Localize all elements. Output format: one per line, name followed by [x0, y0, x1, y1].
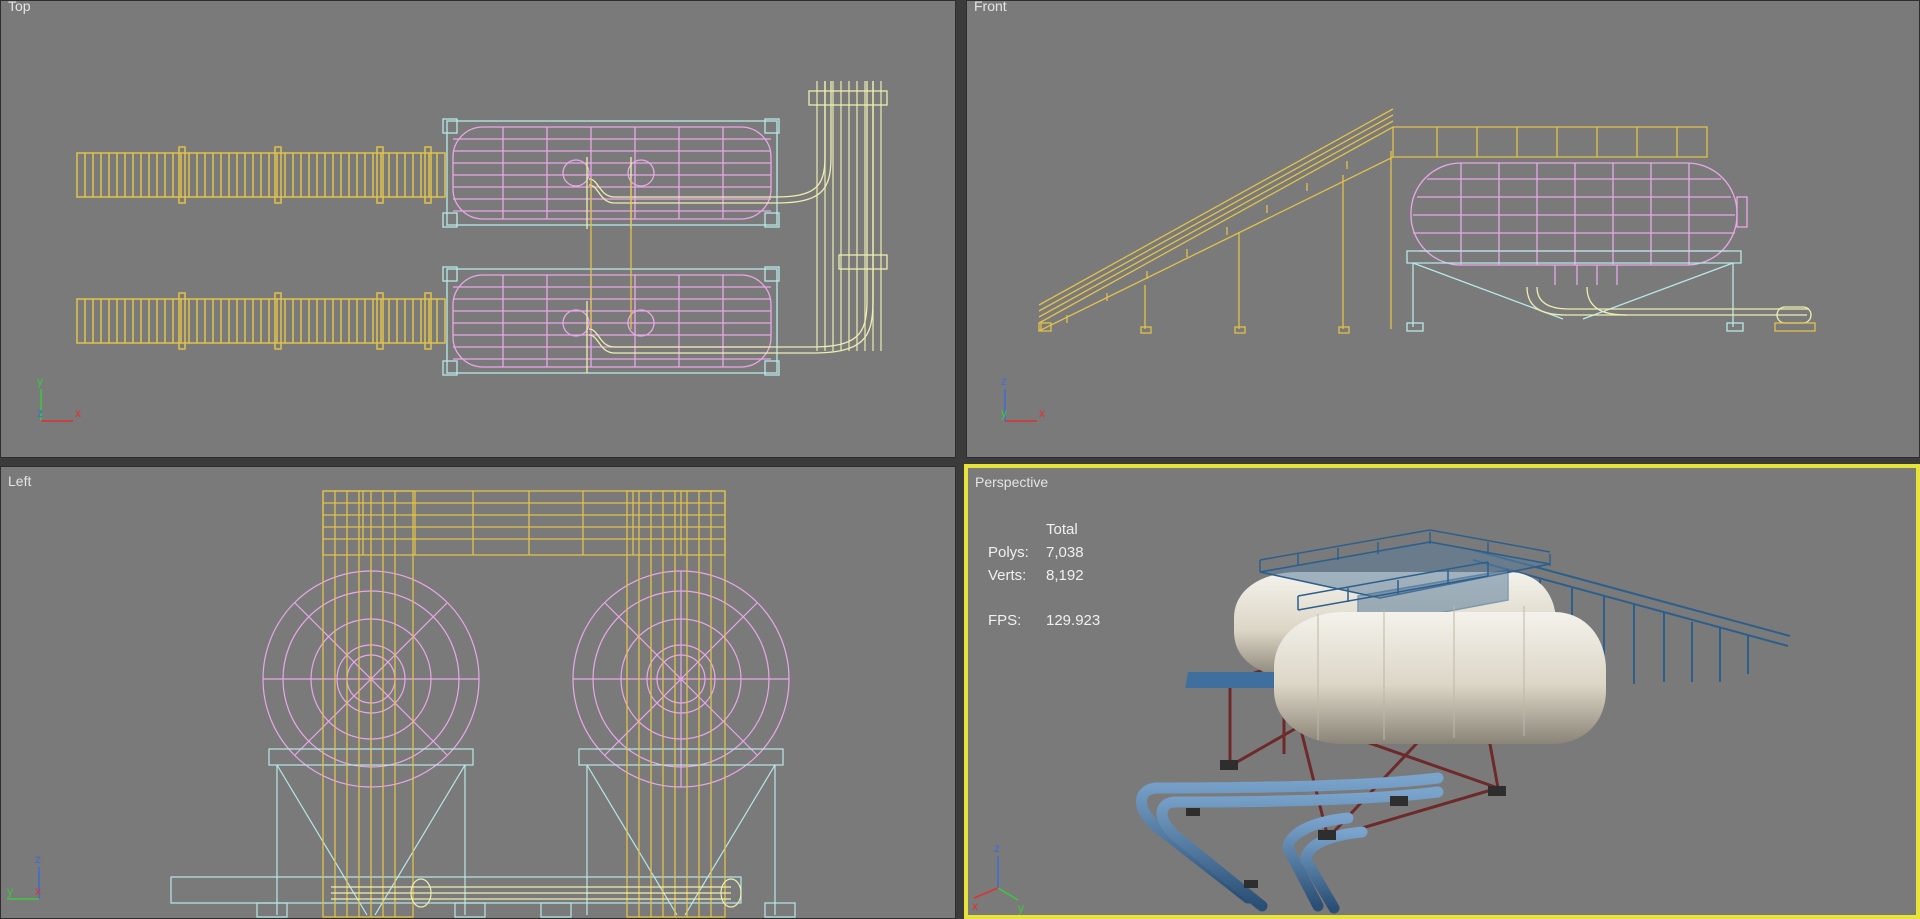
- svg-text:z: z: [35, 852, 41, 866]
- tank-front-persp: [1274, 606, 1606, 744]
- axis-gizmo-left: z x y: [7, 852, 41, 900]
- svg-text:z: z: [994, 841, 1000, 855]
- tank-lower-top: [442, 266, 780, 376]
- viewport-front[interactable]: Front z x y: [966, 0, 1920, 458]
- axis-label-y: y: [37, 374, 43, 388]
- pipes-top: [586, 81, 888, 373]
- axis-label-x: x: [75, 406, 81, 420]
- stair-front: [1038, 108, 1708, 334]
- axis-gizmo-front: z x y: [1001, 374, 1045, 422]
- perspective-render: z x y: [972, 529, 1791, 915]
- walkway-left: [322, 490, 726, 918]
- axis-label-z: z: [37, 406, 43, 420]
- svg-text:y: y: [1018, 901, 1024, 915]
- walkway-upper-top: [76, 146, 446, 204]
- frame-left: [170, 748, 796, 918]
- viewport-top[interactable]: Top y x z: [0, 0, 956, 458]
- pipes-front: [1526, 286, 1816, 332]
- tank-front: [1410, 162, 1748, 285]
- svg-text:x: x: [1039, 406, 1045, 420]
- svg-text:z: z: [1001, 374, 1007, 388]
- frame-front: [1406, 250, 1744, 332]
- axis-gizmo-top: y x z: [37, 374, 81, 422]
- walkway-lower-top: [76, 292, 446, 350]
- top-view-wireframe: y x z: [37, 81, 888, 422]
- viewport-left[interactable]: Left z x y: [0, 466, 956, 919]
- svg-text:x: x: [35, 884, 41, 898]
- svg-text:y: y: [1001, 406, 1007, 420]
- svg-text:x: x: [972, 899, 978, 913]
- tank-left-b: [572, 570, 790, 788]
- feet-perspective: [1186, 760, 1506, 888]
- svg-text:y: y: [7, 884, 13, 898]
- viewport-perspective[interactable]: Perspective Total Polys: 7,038 Verts: 8,19…: [964, 464, 1920, 919]
- left-view-wireframe: z x y: [7, 490, 796, 918]
- front-view-wireframe: z x y: [1001, 108, 1816, 422]
- tank-upper-top: [442, 118, 780, 228]
- axis-gizmo-perspective: z x y: [972, 841, 1024, 915]
